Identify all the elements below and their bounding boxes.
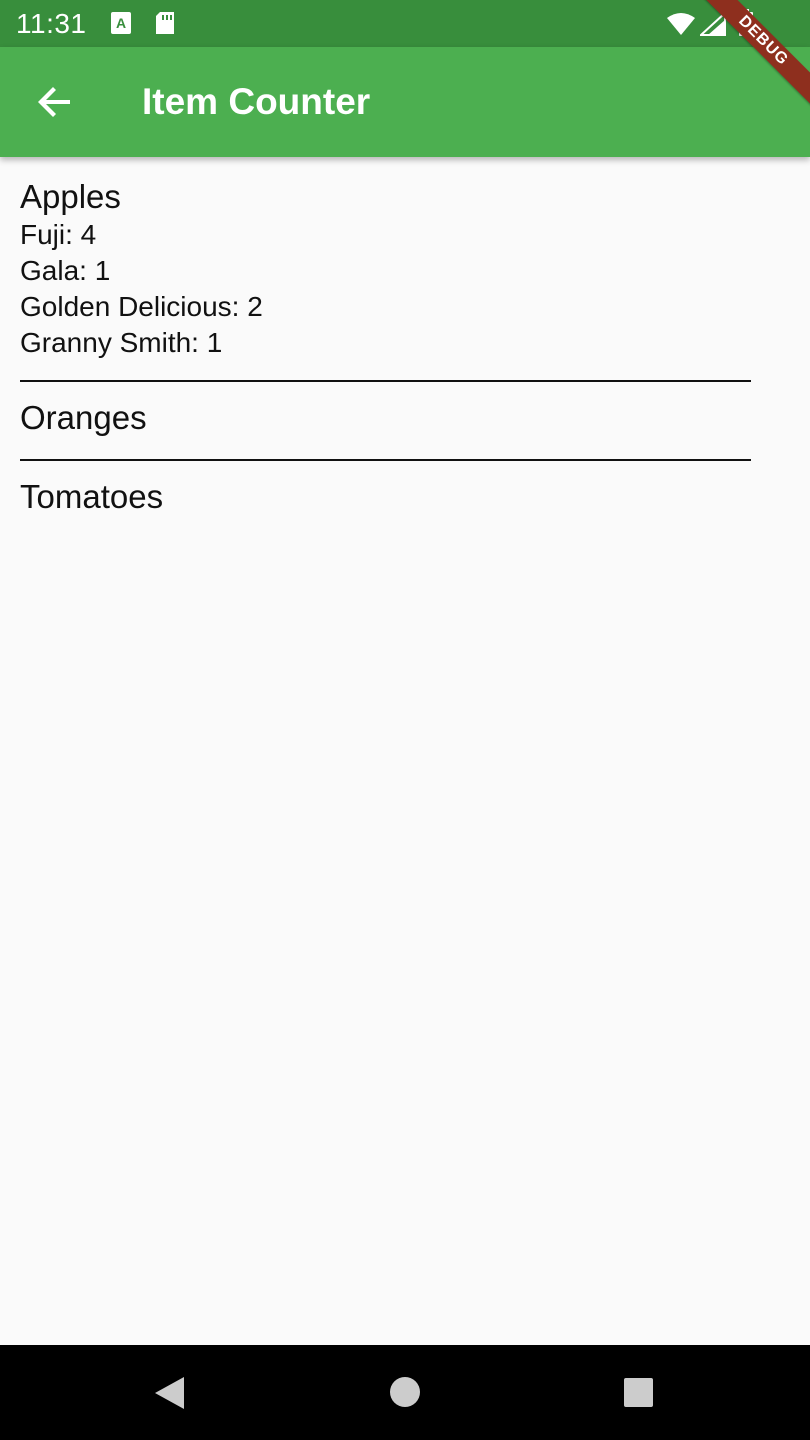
list-item: Fuji: 4 <box>20 219 97 250</box>
group-title: Tomatoes <box>20 478 164 515</box>
arrow-back-icon <box>37 84 73 125</box>
group-apples: Apples Fuji: 4 Gala: 1 Golden Delicious:… <box>20 177 751 361</box>
wifi-icon <box>666 12 696 41</box>
list-item: Granny Smith: 1 <box>20 327 223 358</box>
group-title: Oranges <box>20 399 147 436</box>
group-title: Apples <box>20 178 121 215</box>
cell-signal-icon <box>698 10 726 41</box>
back-triangle-icon[interactable] <box>152 1375 186 1416</box>
status-bar: 11:31 A <box>0 0 810 47</box>
svg-text:A: A <box>116 15 126 31</box>
divider <box>20 380 751 382</box>
navigation-bar <box>0 1345 810 1440</box>
list-item: Gala: 1 <box>20 255 111 286</box>
battery-icon <box>738 9 754 42</box>
home-circle-icon[interactable] <box>389 1376 421 1413</box>
group-oranges: Oranges <box>20 398 751 438</box>
back-button[interactable] <box>28 77 82 131</box>
list-item: Golden Delicious: 2 <box>20 291 263 322</box>
divider <box>20 459 751 461</box>
app-bar: Item Counter <box>0 47 810 157</box>
app-notification-icon: A <box>110 11 132 40</box>
page-title: Item Counter <box>142 81 371 122</box>
group-tomatoes: Tomatoes <box>20 477 751 517</box>
recents-square-icon[interactable] <box>623 1377 654 1413</box>
item-list: Apples Fuji: 4 Gala: 1 Golden Delicious:… <box>0 157 810 1345</box>
sd-card-icon <box>154 11 176 40</box>
status-time: 11:31 <box>16 8 87 39</box>
